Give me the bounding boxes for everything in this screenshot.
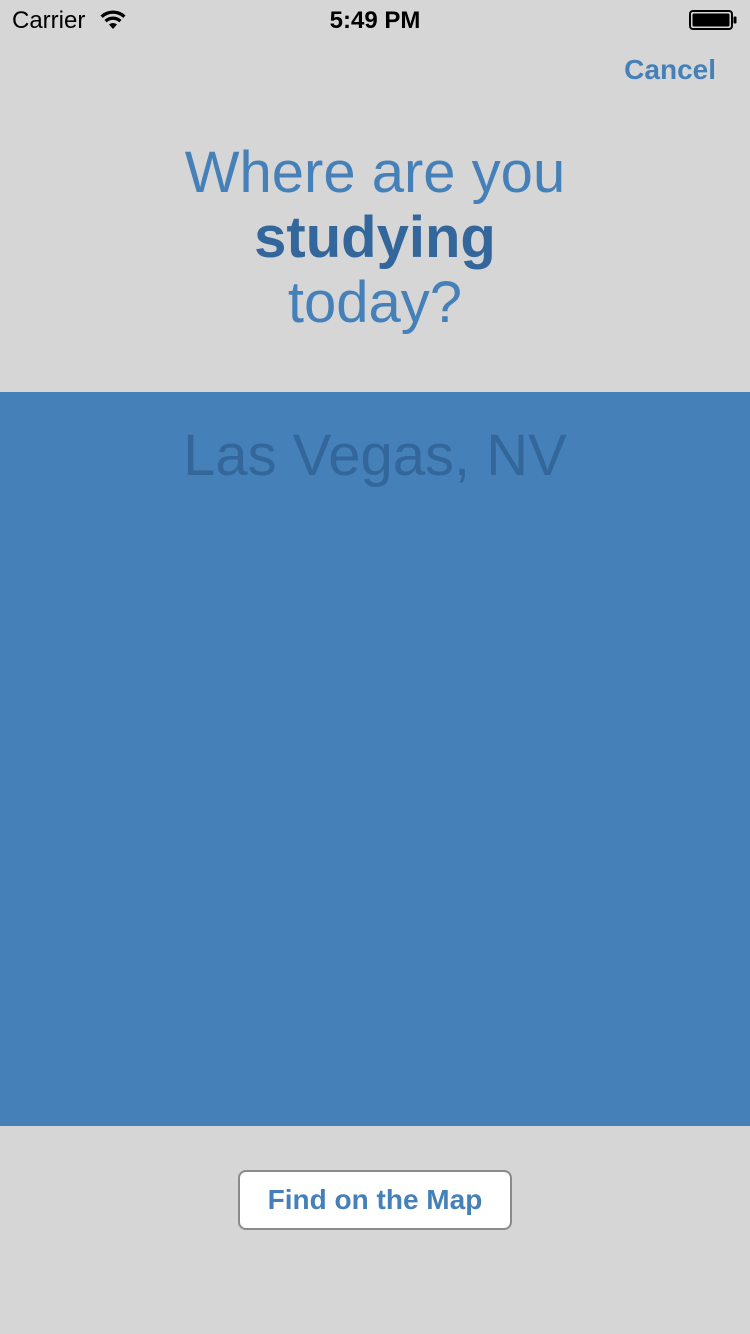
title-line-3: today? xyxy=(287,270,463,335)
find-on-map-button[interactable]: Find on the Map xyxy=(238,1170,512,1230)
title-line-2: studying xyxy=(254,205,496,270)
battery-icon xyxy=(689,10,737,30)
page-title: Where are you studying today? xyxy=(0,140,750,335)
cancel-button[interactable]: Cancel xyxy=(624,52,716,88)
status-bar: Carrier 5:49 PM xyxy=(0,0,750,40)
status-time: 5:49 PM xyxy=(329,7,421,34)
location-input[interactable] xyxy=(0,422,750,490)
title-line-1: Where are you xyxy=(184,140,566,205)
location-input-panel[interactable] xyxy=(0,392,750,1126)
